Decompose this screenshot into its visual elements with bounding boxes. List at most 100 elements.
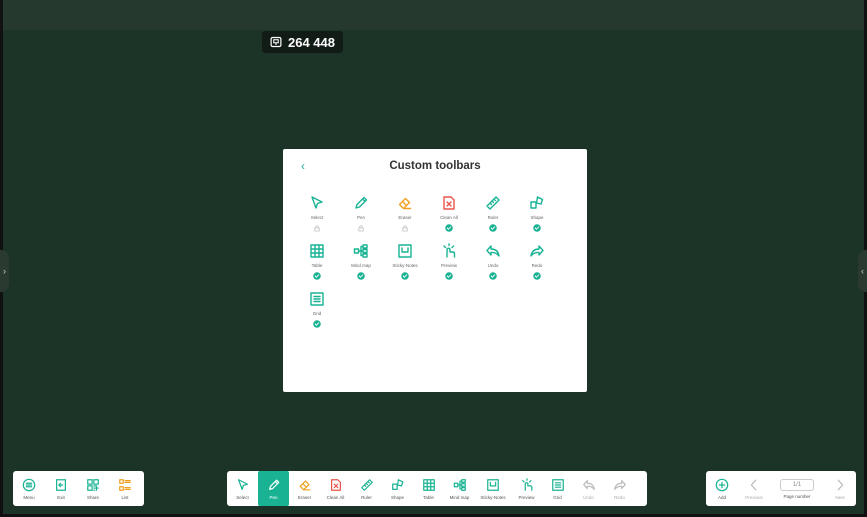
tool-option-undo[interactable]: Undo <box>471 243 515 280</box>
custom-toolbars-dialog: ‹ Custom toolbars Select Pen Eraser Clean A… <box>283 149 587 392</box>
table-icon <box>310 244 324 258</box>
preview-icon <box>521 477 532 491</box>
pen-icon <box>355 196 368 209</box>
previous-page-button[interactable]: Previous <box>738 471 770 506</box>
lock-icon <box>314 225 320 232</box>
toolbar-pen-button[interactable]: Pen <box>258 471 289 506</box>
page-number-button[interactable]: 1/1 Page number <box>770 471 824 506</box>
toolbar-ruler-button[interactable]: Ruler <box>351 471 382 506</box>
exit-icon <box>56 478 66 491</box>
table-icon <box>422 478 435 491</box>
check-circle-icon <box>313 320 321 328</box>
toolbar-redo-button[interactable]: Redo <box>604 471 635 506</box>
add-page-button[interactable]: Add <box>706 471 738 506</box>
toolbar-sticky-notes-button[interactable]: Sticky-Notes <box>475 471 511 506</box>
toolbar-undo-button[interactable]: Undo <box>573 471 604 506</box>
share-button[interactable]: Share <box>77 471 109 506</box>
tool-option-grid[interactable]: Grid <box>295 291 339 328</box>
chevron-right-icon <box>837 479 844 490</box>
toolbar-clean-all-button[interactable]: Clean All <box>320 471 351 506</box>
lock-icon <box>358 225 364 232</box>
tool-bar: Select Pen Eraser Clean All Ruler Shape Table M… <box>227 471 647 506</box>
page-navigation-bar: Add Previous 1/1 Page number Next <box>706 471 856 506</box>
tool-option-label: Select <box>310 215 324 220</box>
pen-icon <box>268 479 279 490</box>
eraser-icon <box>299 479 310 490</box>
check-circle-icon <box>401 272 409 280</box>
check-circle-icon <box>357 272 365 280</box>
tool-option-select[interactable]: Select <box>295 195 339 232</box>
chevron-left-icon <box>750 479 757 490</box>
list-icon <box>119 478 131 491</box>
tool-option-eraser[interactable]: Eraser <box>383 195 427 232</box>
undo-icon <box>486 245 500 257</box>
grid-icon <box>551 478 564 491</box>
tool-option-label: Preview <box>440 263 457 268</box>
check-circle-icon <box>533 272 541 280</box>
toolbar-grid-button[interactable]: Grid <box>542 471 573 506</box>
toolbar-select-button[interactable]: Select <box>227 471 258 506</box>
grid-icon <box>310 292 324 306</box>
room-code-badge[interactable]: 264 448 <box>262 31 343 53</box>
redo-icon <box>613 479 626 490</box>
tool-option-clean-all[interactable]: Clean All <box>427 195 471 232</box>
tool-option-redo[interactable]: Redo <box>515 243 559 280</box>
sticky-notes-icon <box>398 244 412 258</box>
add-icon <box>715 478 729 491</box>
tool-option-label: Eraser <box>398 215 412 220</box>
tool-option-pen[interactable]: Pen <box>339 195 383 232</box>
exit-button[interactable]: Exit <box>45 471 77 506</box>
list-button[interactable]: List <box>109 471 141 506</box>
select-icon <box>237 478 248 490</box>
undo-icon <box>582 479 595 490</box>
next-page-button[interactable]: Next <box>824 471 856 506</box>
share-icon <box>87 478 99 491</box>
shape-icon <box>391 478 403 490</box>
tool-option-label: Clean All <box>440 215 458 220</box>
menu-icon <box>22 478 36 491</box>
select-icon <box>311 196 323 209</box>
mind-map-icon <box>453 478 466 491</box>
tool-option-label: Pen <box>356 215 365 220</box>
clean-all-icon <box>443 196 455 210</box>
tool-option-label: Undo <box>487 263 499 268</box>
dialog-title: Custom toolbars <box>389 160 481 172</box>
tool-option-label: Redo <box>531 263 543 268</box>
tool-option-label: Table <box>311 263 323 268</box>
shape-icon <box>530 196 544 209</box>
tool-option-label: Ruler <box>487 215 499 220</box>
right-drawer-handle[interactable]: ‹ <box>858 250 867 292</box>
preview-icon <box>443 243 456 258</box>
left-drawer-handle[interactable]: › <box>0 250 9 292</box>
tool-option-mind-map[interactable]: Mind map <box>339 243 383 280</box>
tool-option-sticky-notes[interactable]: Sticky-Notes <box>383 243 427 280</box>
tool-option-label: Mind map <box>351 263 371 268</box>
check-circle-icon <box>533 224 541 232</box>
clean-all-icon <box>330 478 341 491</box>
tool-option-label: Grid <box>312 311 322 316</box>
toolbar-eraser-button[interactable]: Eraser <box>289 471 320 506</box>
lock-icon <box>402 225 408 232</box>
room-icon <box>270 36 282 48</box>
eraser-icon <box>398 197 412 210</box>
toolbar-table-button[interactable]: Table <box>413 471 444 506</box>
toolbar-mind-map-button[interactable]: Mind map <box>444 471 475 506</box>
main-menu-bar: Menu Exit Share List <box>13 471 144 506</box>
check-circle-icon <box>445 272 453 280</box>
page-number-box: 1/1 <box>780 478 814 491</box>
room-code-text: 264 448 <box>288 34 335 50</box>
check-circle-icon <box>313 272 321 280</box>
tool-option-table[interactable]: Table <box>295 243 339 280</box>
top-bar <box>0 0 867 30</box>
tool-option-ruler[interactable]: Ruler <box>471 195 515 232</box>
check-circle-icon <box>445 224 453 232</box>
toolbar-shape-button[interactable]: Shape <box>382 471 413 506</box>
tool-option-shape[interactable]: Shape <box>515 195 559 232</box>
sticky-notes-icon <box>487 478 499 491</box>
mind-map-icon <box>353 244 368 258</box>
toolbar-preview-button[interactable]: Preview <box>511 471 542 506</box>
tool-option-preview[interactable]: Preview <box>427 243 471 280</box>
menu-button[interactable]: Menu <box>13 471 45 506</box>
ruler-icon <box>486 196 500 210</box>
check-circle-icon <box>489 224 497 232</box>
